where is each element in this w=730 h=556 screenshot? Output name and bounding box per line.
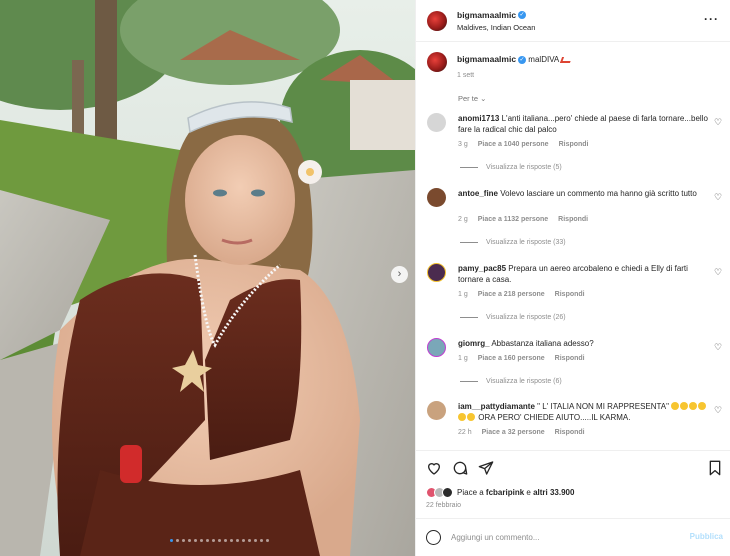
comment-meta: 1 g Piace a 160 persone Rispondi [458,355,585,362]
for-you-toggle[interactable]: Per te ⌄ [458,94,486,103]
reply-button[interactable]: Rispondi [559,141,589,148]
author-avatar[interactable] [427,10,447,31]
caption-username[interactable]: bigmamaalmic [457,54,516,64]
comment-meta: 2 g Piace a 1132 persone Rispondi [458,216,588,223]
reply-button[interactable]: Rispondi [555,355,585,362]
comment-username[interactable]: giomrg_ [458,339,490,348]
comment-avatar[interactable] [427,113,446,132]
heart-icon[interactable]: ♡ [714,193,722,202]
caption-time: 1 sett [457,72,475,79]
comment-composer: Pubblica [416,518,730,556]
liked-by-others[interactable]: altri 33.900 [533,488,574,497]
liker-avatars [426,487,453,498]
post-details: bigmamaalmic ✓ Maldives, Indian Ocean ···… [415,0,730,556]
comment-avatar[interactable] [427,263,446,282]
reply-button[interactable]: Rispondi [555,291,585,298]
liked-by-user[interactable]: fcbaripink [486,488,524,497]
liker-avatar[interactable] [442,487,453,498]
comment-meta: 22 h Piace a 32 persone Rispondi [458,429,585,436]
liked-by-and: e [526,488,531,497]
like-heart-icon[interactable] [426,460,442,476]
comment-meta: 3 g Piace a 1040 persone Rispondi [458,141,589,148]
heart-icon[interactable]: ♡ [714,118,722,127]
comment-avatar[interactable] [427,401,446,420]
comment-time: 2 g [458,216,468,223]
heart-icon[interactable]: ♡ [714,343,722,352]
comment-likes[interactable]: Piace a 32 persone [482,429,545,436]
post-caption: bigmamaalmic ✓ malDIVA 1 sett [427,52,573,79]
comment-likes[interactable]: Piace a 1040 persone [478,141,549,148]
comment-text-part-a: " L' ITALIA NON MI RAPPRESENTA" [537,402,669,411]
view-replies-label: Visualizza le risposte (26) [486,314,566,321]
view-replies-label: Visualizza le risposte (5) [486,164,562,171]
comment-likes[interactable]: Piace a 1132 persone [478,216,548,223]
view-replies-label: Visualizza le risposte (6) [486,378,562,385]
share-send-icon[interactable] [478,460,494,476]
view-replies-label: Visualizza le risposte (33) [486,239,566,246]
post-location[interactable]: Maldives, Indian Ocean [457,23,535,32]
comment-username[interactable]: anomi1713 [458,114,499,123]
for-you-label: Per te [458,94,479,103]
high-heel-emoji-icon [560,56,573,63]
post-date: 22 febbraio [426,502,462,509]
laughing-emoji-icon [671,402,680,410]
bookmark-icon[interactable] [707,460,723,476]
publish-button[interactable]: Pubblica [690,532,723,541]
liked-by: Piace a fcbaripink e altri 33.900 [426,487,574,498]
post-header: bigmamaalmic ✓ Maldives, Indian Ocean ··· [416,0,730,42]
post-media[interactable]: › [0,0,415,556]
comment-input[interactable] [451,533,671,542]
view-replies-button[interactable]: Visualizza le risposte (26) [460,314,566,321]
comment-time: 22 h [458,429,472,436]
carousel-dots [170,539,269,542]
comment-username[interactable]: antoe_fine [458,189,498,198]
laughing-emoji-icon [467,413,475,421]
post-actions: Piace a fcbaripink e altri 33.900 22 feb… [416,450,730,520]
caption-text: malDIVA [528,55,560,64]
comment-time: 3 g [458,141,468,148]
laughing-emoji-icon [680,402,689,410]
comment-avatar[interactable] [427,338,446,357]
comment-username[interactable]: iam__pattydiamante [458,402,535,411]
reply-button[interactable]: Rispondi [555,429,585,436]
author-username[interactable]: bigmamaalmic [457,10,516,20]
view-replies-button[interactable]: Visualizza le risposte (33) [460,239,566,246]
caption-avatar[interactable] [427,52,447,72]
laughing-emoji-icon [458,413,466,421]
comment-text: Abbastanza italiana adesso? [491,339,594,348]
comment-text: Volevo lasciare un commento ma hanno già… [500,189,697,198]
comment-time: 1 g [458,355,468,362]
post-photo [0,0,415,556]
comment-time: 1 g [458,291,468,298]
view-replies-button[interactable]: Visualizza le risposte (6) [460,378,562,385]
ellipsis-icon[interactable]: ··· [704,12,719,26]
verified-icon: ✓ [518,11,527,20]
comment-avatar[interactable] [427,188,446,207]
comment-meta: 1 g Piace a 218 persone Rispondi [458,291,585,298]
comment-text-part-b: ORA PERO' CHIEDE AIUTO.....IL KARMA. [478,413,631,422]
verified-icon: ✓ [518,55,527,64]
chevron-down-icon: ⌄ [480,94,487,103]
comment-likes[interactable]: Piace a 218 persone [478,291,545,298]
heart-icon[interactable]: ♡ [714,268,722,277]
comment-username[interactable]: pamy_pac85 [458,264,506,273]
laughing-emoji-icon [698,402,707,410]
next-slide-button[interactable]: › [391,266,408,283]
comment-bubble-icon[interactable] [452,460,468,476]
emoji-picker-icon[interactable] [426,530,441,545]
heart-icon[interactable]: ♡ [714,406,722,415]
liked-by-prefix: Piace a [457,488,484,497]
comment-likes[interactable]: Piace a 160 persone [478,355,545,362]
laughing-emoji-icon [689,402,698,410]
view-replies-button[interactable]: Visualizza le risposte (5) [460,164,562,171]
reply-button[interactable]: Rispondi [558,216,588,223]
